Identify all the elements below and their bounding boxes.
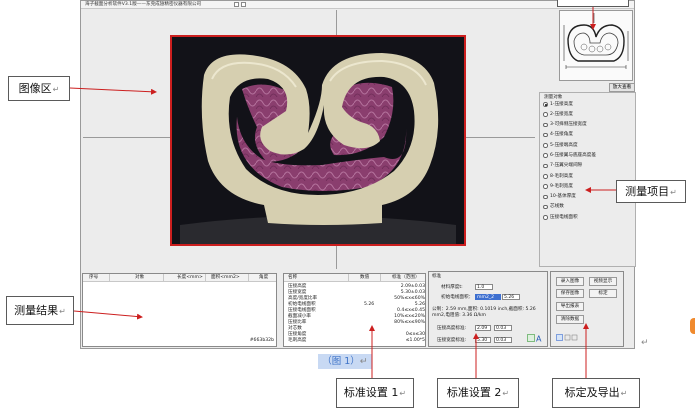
results-table: 序号 对象 长度<mm> 面积<mm2> 角度 #663b32b [82,273,277,347]
measure-item[interactable]: 压接电线面积 [543,214,635,224]
callout-results: 测量结果↵ [6,296,74,325]
column-header: 面积<mm2> [211,275,240,280]
export-report-button[interactable]: 导出报表 [556,302,584,311]
zoom-view-button[interactable]: 放大查看 [609,83,635,92]
measure-items-list: 1-压接高度 2-压接宽度 3-可择侧压接宽度 4-压接角度 5-压接端高度 6… [543,101,635,225]
column-header: 标准（范围） [392,275,420,280]
initial-area-label: 初始电线面积： [441,295,474,300]
results-header: 序号 对象 长度<mm> 面积<mm2> 角度 [83,274,276,282]
clear-data-button[interactable]: 清除数据 [556,315,584,324]
measure-item[interactable]: 6-压接翼与底座高度差 [543,152,635,162]
radio-icon[interactable] [543,174,548,179]
measure-item[interactable]: 5-压接端高度 [543,142,635,152]
radio-icon[interactable] [543,194,548,200]
refresh-text-icon[interactable]: A [527,334,543,343]
measure-item[interactable]: 芯线数 [543,204,635,214]
column-header: 长度<mm> [177,275,203,280]
column-header: 角度 [259,275,269,280]
capture-image-button[interactable]: 录入图像 [556,277,584,286]
standard-header: 名称 数值 标准（范围） [284,274,425,282]
material-thickness-input[interactable]: 1.0 [475,284,493,290]
radio-icon[interactable] [543,204,548,210]
reference-diagram [563,13,629,69]
maximize-icon[interactable] [241,2,246,7]
radio-icon[interactable] [543,184,548,189]
radio-icon[interactable] [543,122,548,128]
crimp-cross-section-drawing [172,37,464,244]
wire-info-line-2: mm2,电阻值: 3.36 Ω/km [432,313,487,318]
column-header: 序号 [89,275,99,280]
table-row[interactable]: 毛刺高度 ≤1.00*5 [286,338,425,344]
material-thickness-label: 材料厚度t: [441,285,463,290]
radio-icon[interactable] [543,143,548,148]
initial-area-input[interactable]: 5.26 [502,294,520,300]
column-header: 数值 [360,275,370,280]
radio-icon[interactable] [543,163,548,169]
measure-item[interactable]: 1-压接高度 [543,101,635,111]
measure-item[interactable]: 3-可择侧压接宽度 [543,122,635,132]
column-divider [348,274,349,282]
wire-info-line-1: 公制：2.59 mm,面积: 0.1019 inch,截面积: 5.26 [432,307,536,312]
measure-item[interactable]: 2-压接宽度 [543,111,635,121]
column-divider [163,274,164,282]
title-bar: 海子截面分析软件V3.1版——东莞成翅精密仪器有限公司 [81,1,634,9]
minimize-icon[interactable] [234,2,239,7]
column-divider [248,274,249,282]
column-divider [205,274,206,282]
svg-text:A: A [536,335,542,344]
callout-thumbnail [557,0,629,7]
column-header: 名称 [288,275,298,280]
floating-widget-icon[interactable] [690,318,695,334]
image-area[interactable] [83,10,535,269]
crimp-width-input[interactable]: 5.30 [475,337,491,343]
crimp-width-tolerance-select[interactable]: 0.03 [494,337,512,343]
column-header: 对象 [135,275,145,280]
crimp-cross-section-image[interactable] [170,35,466,246]
results-status: #663b32b [249,337,274,343]
radio-icon[interactable] [543,153,548,158]
column-divider [380,274,381,282]
video-display-button[interactable]: 视频显示 [589,277,617,286]
callout-std1: 标准设置 1↵ [336,378,414,408]
paragraph-mark: ↵ [641,338,649,348]
column-divider [109,274,110,282]
measure-item[interactable]: 7-压翼尖端间隙 [543,163,635,173]
calibrate-button[interactable]: 标定 [589,289,617,298]
measure-items-title: 测量对象 [544,95,563,100]
export-panel: 录入图像 视频显示 保存图像 标定 导出报表 清除数据 [550,271,624,347]
radio-icon[interactable] [543,112,548,117]
radio-icon[interactable] [543,132,548,138]
crimp-height-tolerance-select[interactable]: 0.03 [494,325,512,331]
radio-icon[interactable] [543,102,548,107]
crimp-height-label: 压接高度标准: [437,326,467,331]
initial-area-unit-select[interactable]: mm2_2 [475,294,501,300]
callout-export: 标定及导出↵ [552,378,640,408]
figure-caption: （图 1）↵ [318,354,372,369]
callout-std2: 标准设置 2↵ [437,378,519,408]
callout-image-area: 图像区↵ [8,76,70,101]
document-figure: 海子截面分析软件V3.1版——东莞成翅精密仪器有限公司 放大查看 测量对象 1-… [0,0,695,417]
save-image-button[interactable]: 保存图像 [556,289,584,298]
crimp-height-input[interactable]: 2.09 [475,325,491,331]
standard-rows: 压接高度 2.09±0.03 压接宽度 5.30±0.03 高度/宽度比率 50%≤x… [286,284,425,344]
measure-item[interactable]: 4-压接角度 [543,132,635,142]
callout-measure-items: 测量项目↵ [616,180,686,203]
app-title: 海子截面分析软件V3.1版——东莞成翅精密仪器有限公司 [85,2,202,7]
crimp-width-label: 压接宽度标准: [437,338,467,343]
standard-table: 名称 数值 标准（范围） 压接高度 2.09±0.03 压接宽度 5.30±0.03… [283,273,426,347]
toolbar-icons[interactable] [556,334,578,342]
reference-thumbnail[interactable] [559,10,633,81]
radio-icon[interactable] [543,215,548,220]
standard-title: 标准 [432,274,442,279]
standard-settings-panel: 标准 材料厚度t: 1.0 初始电线面积： mm2_2 5.26 公制：2.59… [428,271,548,347]
